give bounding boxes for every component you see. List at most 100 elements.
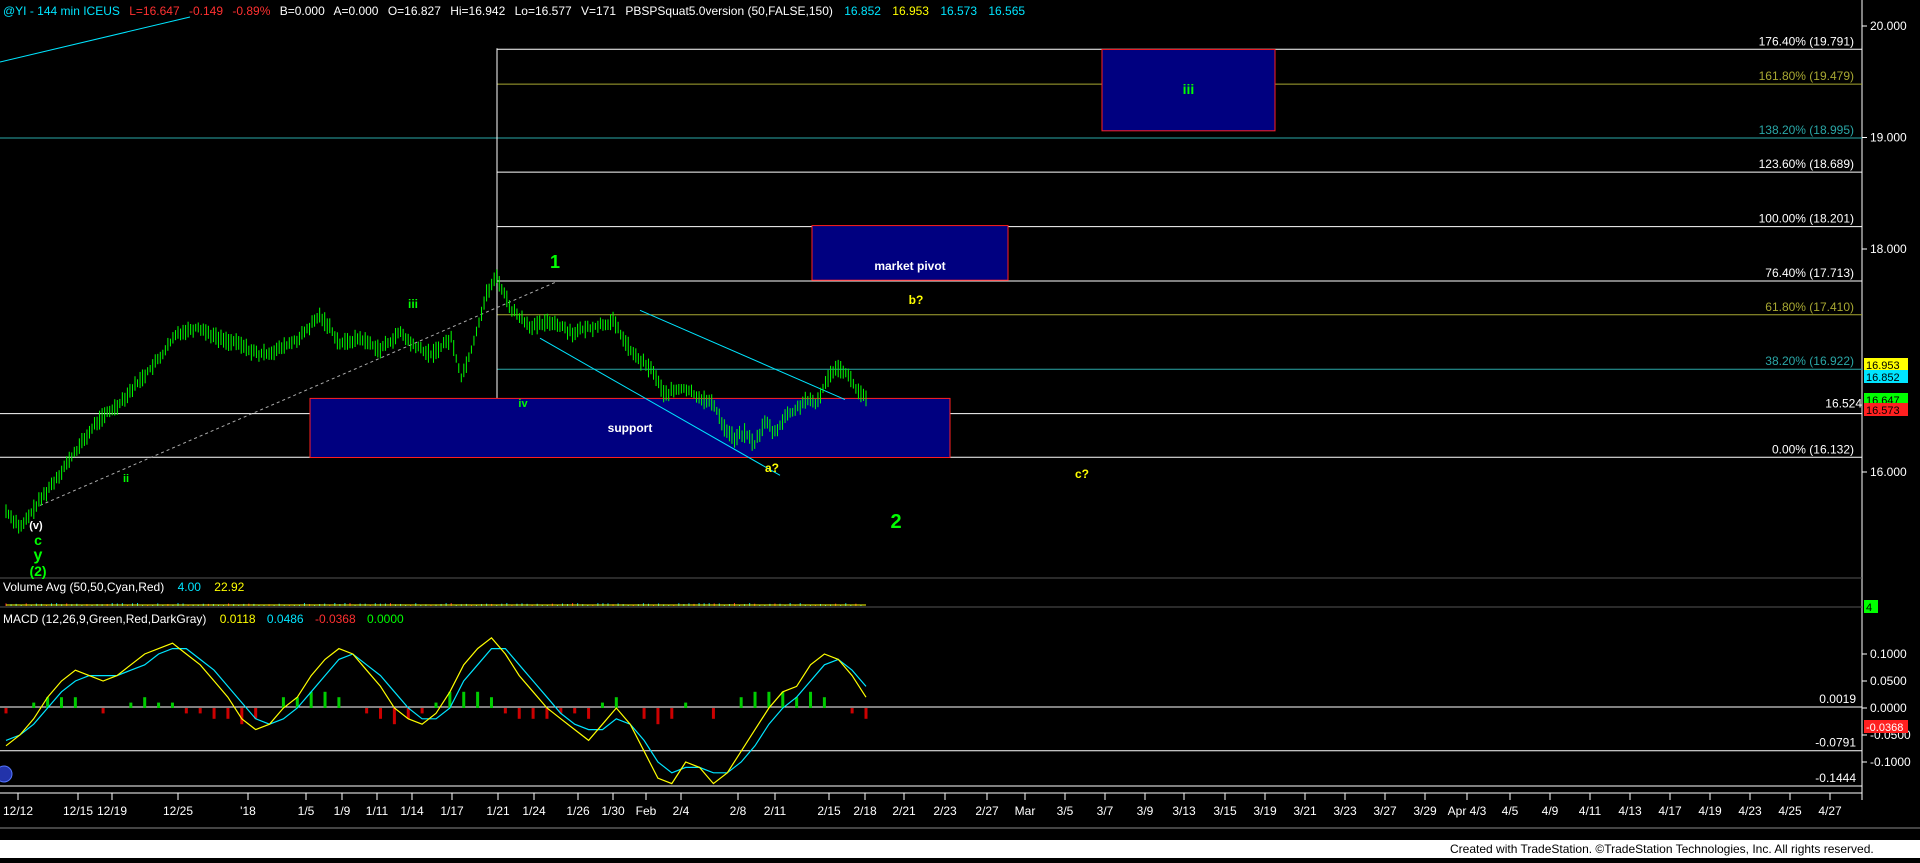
- x-tick-label: 2/18: [853, 804, 877, 818]
- x-tick-label: 2/23: [933, 804, 957, 818]
- fib-level-label: 161.80% (19.479): [1759, 69, 1854, 83]
- header-symbol: @YI - 144 min ICEUS: [3, 4, 120, 18]
- price-y-tick-label: 16.000: [1870, 465, 1907, 479]
- wave-label: 1: [550, 252, 560, 272]
- header-change: -0.149: [189, 4, 223, 18]
- price-y-tick-label: 20.000: [1870, 19, 1907, 33]
- x-tick-label: 2/8: [730, 804, 747, 818]
- x-tick-label: Feb: [636, 804, 657, 818]
- x-tick-label: 2/15: [817, 804, 841, 818]
- volume-label: Volume Avg (50,50,Cyan,Red): [3, 580, 164, 594]
- zone-box-label: market pivot: [874, 259, 945, 273]
- x-tick-label: 1/21: [486, 804, 510, 818]
- header-indicator: PBSPSquat5.0version (50,FALSE,150): [625, 4, 832, 18]
- x-tick-label: 1/24: [522, 804, 546, 818]
- macd-level-label: -0.0791: [1815, 736, 1856, 750]
- scroll-marker-icon[interactable]: [0, 765, 13, 783]
- macd-indicator-label: MACD (12,26,9,Green,Red,DarkGray) 0.0118…: [3, 612, 404, 626]
- x-tick-label: 2/11: [764, 804, 787, 818]
- x-tick-label: 12/25: [163, 804, 193, 818]
- x-tick-label: 1/17: [440, 804, 464, 818]
- x-tick-label: 3/9: [1137, 804, 1154, 818]
- x-tick-label: 3/23: [1333, 804, 1357, 818]
- fib-level-label: 100.00% (18.201): [1759, 212, 1854, 226]
- wave-label: c?: [1075, 467, 1089, 481]
- x-tick-label: 4/5: [1502, 804, 1519, 818]
- x-tick-label: 12/15: [63, 804, 93, 818]
- header-ask: A=0.000: [333, 4, 378, 18]
- wave-label: a?: [765, 461, 779, 475]
- wave-label: c: [34, 532, 42, 548]
- x-tick-label: Apr 4/3: [1448, 804, 1487, 818]
- fib-level-label: 0.00% (16.132): [1772, 442, 1854, 456]
- x-tick-label: Mar: [1015, 804, 1036, 818]
- wave-label: (2): [29, 563, 46, 579]
- x-tick-label: 3/19: [1253, 804, 1277, 818]
- volume-value-2: 22.92: [214, 580, 244, 594]
- macd-label: MACD (12,26,9,Green,Red,DarkGray): [3, 612, 206, 626]
- x-tick-label: 2/21: [892, 804, 916, 818]
- x-tick-label: 3/15: [1213, 804, 1237, 818]
- volume-value-1: 4.00: [178, 580, 202, 594]
- wave-label: ii: [123, 473, 129, 485]
- x-tick-label: 1/5: [298, 804, 315, 818]
- header-pct: -0.89%: [232, 4, 270, 18]
- footer-credit: Created with TradeStation. ©TradeStation…: [1450, 842, 1874, 856]
- x-tick-label: 2/4: [673, 804, 690, 818]
- header-line: @YI - 144 min ICEUS L=16.647 -0.149 -0.8…: [3, 4, 1025, 18]
- macd-y-tick-label: -0.1000: [1870, 755, 1911, 769]
- x-tick-label: 1/26: [566, 804, 590, 818]
- price-badge-text: 16.852: [1866, 372, 1900, 384]
- tradestation-chart-window: @YI - 144 min ICEUS L=16.647 -0.149 -0.8…: [0, 0, 1920, 858]
- header-value-2: 16.953: [892, 4, 929, 18]
- wave-label: (v): [29, 520, 43, 532]
- x-tick-label: 2/27: [975, 804, 999, 818]
- fib-level-label: 76.40% (17.713): [1765, 266, 1854, 280]
- macd-y-tick-label: 0.1000: [1870, 647, 1907, 661]
- x-tick-label: 4/11: [1579, 804, 1602, 818]
- header-low: Lo=16.577: [515, 4, 572, 18]
- macd-value-3: -0.0368: [315, 612, 356, 626]
- x-tick-label: 1/9: [334, 804, 351, 818]
- volume-badge-text: 4: [1866, 602, 1872, 614]
- x-tick-label: 3/5: [1057, 804, 1074, 818]
- x-tick-label: '18: [240, 804, 256, 818]
- price-y-tick-label: 19.000: [1870, 131, 1907, 145]
- chart-svg[interactable]: @YI - 144 min ICEUS L=16.647 -0.149 -0.8…: [0, 0, 1920, 858]
- zone-box-label: iii: [1183, 81, 1195, 97]
- wave-label: 2: [890, 511, 901, 533]
- zone-box-label: support: [608, 421, 653, 435]
- x-tick-label: 4/19: [1698, 804, 1722, 818]
- price-y-tick-label: 18.000: [1870, 242, 1907, 256]
- x-tick-label: 1/30: [601, 804, 625, 818]
- x-tick-label: 1/11: [366, 804, 389, 818]
- x-tick-label: 3/13: [1172, 804, 1196, 818]
- x-tick-label: 1/14: [400, 804, 424, 818]
- macd-value-2: 0.0486: [267, 612, 304, 626]
- price-badge-text: 16.573: [1866, 405, 1900, 417]
- x-tick-label: 3/7: [1097, 804, 1114, 818]
- x-tick-label: 4/13: [1618, 804, 1642, 818]
- header-value-4: 16.565: [988, 4, 1025, 18]
- macd-value-1: 0.0118: [220, 612, 256, 626]
- x-tick-label: 4/9: [1542, 804, 1559, 818]
- x-tick-label: 12/12: [3, 804, 33, 818]
- fib-level-label: 123.60% (18.689): [1759, 157, 1854, 171]
- header-open: O=16.827: [388, 4, 441, 18]
- x-tick-label: 3/27: [1373, 804, 1397, 818]
- header-value-1: 16.852: [844, 4, 881, 18]
- macd-badge-text: -0.0368: [1866, 722, 1903, 734]
- x-tick-label: 12/19: [97, 804, 127, 818]
- x-tick-label: 3/21: [1293, 804, 1317, 818]
- x-tick-label: 4/27: [1818, 804, 1842, 818]
- macd-y-tick-label: 0.0000: [1870, 701, 1907, 715]
- x-tick-label: 4/23: [1738, 804, 1762, 818]
- macd-y-tick-label: 0.0500: [1870, 674, 1907, 688]
- macd-level-label: -0.1444: [1815, 771, 1856, 785]
- fib-level-label: 176.40% (19.791): [1759, 34, 1854, 48]
- macd-value-4: 0.0000: [367, 612, 404, 626]
- fib-level-label: 138.20% (18.995): [1759, 123, 1854, 137]
- macd-level-label: 0.0019: [1819, 692, 1856, 706]
- wave-label: b?: [909, 293, 924, 307]
- header-volume: V=171: [581, 4, 616, 18]
